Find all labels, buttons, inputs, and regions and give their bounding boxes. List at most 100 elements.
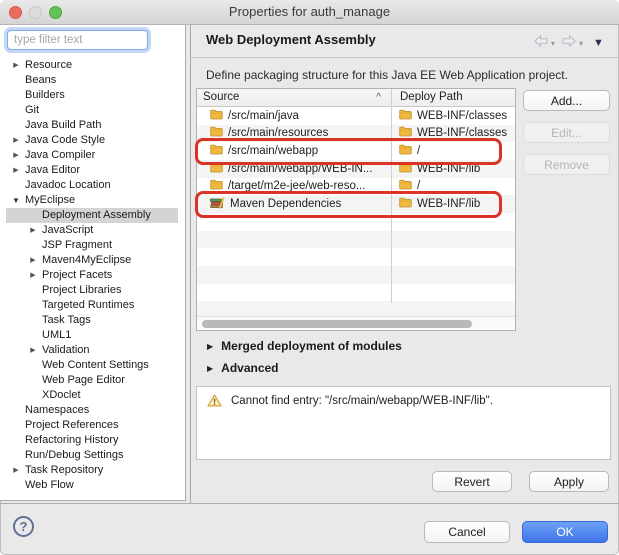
table-row-empty[interactable] bbox=[197, 213, 515, 231]
table-row-empty[interactable] bbox=[197, 248, 515, 266]
sidebar-item-web-content-settings[interactable]: Web Content Settings bbox=[0, 358, 185, 373]
back-arrow-icon[interactable] bbox=[533, 34, 549, 52]
sidebar-item-java-build-path[interactable]: Java Build Path bbox=[0, 118, 185, 133]
table-row[interactable]: Maven DependenciesWEB-INF/lib bbox=[197, 195, 515, 213]
sidebar-item-javascript[interactable]: ▶JavaScript bbox=[0, 223, 185, 238]
source-cell: /src/main/java bbox=[197, 109, 391, 123]
edit-button[interactable]: Edit... bbox=[523, 122, 610, 143]
sidebar-item-label: XDoclet bbox=[42, 389, 81, 401]
sidebar-item-project-facets[interactable]: ▶Project Facets bbox=[0, 268, 185, 283]
forward-dropdown-icon[interactable]: ▾ bbox=[579, 39, 583, 48]
sidebar-item-java-compiler[interactable]: ▶ Java Compiler bbox=[0, 148, 185, 163]
deploy-path-cell: WEB-INF/lib bbox=[391, 162, 515, 176]
table-row-empty[interactable] bbox=[197, 266, 515, 284]
sidebar-item-javadoc-location[interactable]: Javadoc Location bbox=[0, 178, 185, 193]
sidebar-item-task-repository[interactable]: ▶Task Repository bbox=[0, 463, 185, 478]
sidebar-item-label: Java Build Path bbox=[25, 119, 101, 131]
revert-button[interactable]: Revert bbox=[432, 471, 512, 492]
section-advanced[interactable]: ▶ Advanced bbox=[207, 361, 279, 375]
title-bar[interactable]: Properties for auth_manage bbox=[0, 0, 619, 25]
section-merged-deployment[interactable]: ▶ Merged deployment of modules bbox=[207, 339, 402, 353]
sidebar-item-project-references[interactable]: Project References bbox=[0, 418, 185, 433]
horizontal-scrollbar[interactable] bbox=[197, 316, 515, 330]
table-row[interactable]: /src/main/webapp/WEB-IN... WEB-INF/lib bbox=[197, 160, 515, 178]
view-menu-icon[interactable]: ▼ bbox=[593, 37, 604, 49]
add-button[interactable]: Add... bbox=[523, 90, 610, 111]
sidebar-item-builders[interactable]: Builders bbox=[0, 88, 185, 103]
source-cell-text: /target/m2e-jee/web-reso... bbox=[228, 180, 365, 192]
horizontal-scrollbar-thumb[interactable] bbox=[202, 320, 472, 328]
sidebar-item-label: Project References bbox=[25, 419, 119, 431]
chevron-collapsed-icon[interactable]: ▶ bbox=[207, 342, 213, 351]
sidebar-item-web-flow[interactable]: Web Flow bbox=[0, 478, 185, 493]
sidebar-item-deployment-assembly[interactable]: Deployment Assembly bbox=[0, 208, 185, 223]
source-cell: /target/m2e-jee/web-reso... bbox=[197, 179, 391, 193]
source-cell-text: /src/main/webapp/WEB-IN... bbox=[228, 163, 372, 175]
sidebar-item-resource[interactable]: ▶Resource bbox=[0, 58, 185, 73]
chevron-collapsed-icon[interactable]: ▶ bbox=[11, 148, 21, 163]
sidebar-item-validation[interactable]: ▶ Validation bbox=[0, 343, 185, 358]
column-divider[interactable] bbox=[391, 89, 392, 303]
folder-icon bbox=[399, 144, 412, 158]
problems-panel: Cannot find entry: "/src/main/webapp/WEB… bbox=[196, 386, 611, 460]
sidebar-item-run-debug-settings[interactable]: Run/Debug Settings bbox=[0, 448, 185, 463]
footer-divider bbox=[0, 503, 619, 504]
sidebar-item-label: Java Code Style bbox=[25, 134, 105, 146]
sidebar-item-label: Beans bbox=[25, 74, 56, 86]
sidebar-item-beans[interactable]: Beans bbox=[0, 73, 185, 88]
sidebar-item-targeted-runtimes[interactable]: Targeted Runtimes bbox=[0, 298, 185, 313]
ok-button[interactable]: OK bbox=[522, 521, 608, 543]
back-dropdown-icon[interactable]: ▾ bbox=[551, 39, 555, 48]
help-button[interactable]: ? bbox=[13, 516, 34, 537]
chevron-expanded-icon[interactable]: ▼ bbox=[11, 193, 21, 208]
table-row[interactable]: /target/m2e-jee/web-reso... / bbox=[197, 178, 515, 196]
source-cell: Maven Dependencies bbox=[197, 197, 391, 212]
sidebar-item-xdoclet[interactable]: XDoclet bbox=[0, 388, 185, 403]
chevron-collapsed-icon[interactable]: ▶ bbox=[11, 163, 21, 178]
forward-arrow-icon[interactable] bbox=[561, 34, 577, 52]
deploy-path-cell: / bbox=[391, 179, 515, 193]
table-row[interactable]: /src/main/resourcesWEB-INF/classes bbox=[197, 125, 515, 143]
sidebar-item-maven4myeclipse[interactable]: ▶Maven4MyEclipse bbox=[0, 253, 185, 268]
table-row-empty[interactable] bbox=[197, 231, 515, 249]
library-icon bbox=[210, 197, 225, 212]
apply-button[interactable]: Apply bbox=[529, 471, 609, 492]
deploy-path-cell-text: WEB-INF/lib bbox=[417, 163, 480, 175]
chevron-collapsed-icon[interactable]: ▶ bbox=[11, 58, 21, 73]
chevron-collapsed-icon[interactable]: ▶ bbox=[28, 268, 38, 283]
column-header-deploy-path[interactable]: Deploy Path bbox=[391, 89, 515, 106]
chevron-collapsed-icon[interactable]: ▶ bbox=[207, 364, 213, 373]
chevron-collapsed-icon[interactable]: ▶ bbox=[11, 463, 21, 478]
sidebar-item-git[interactable]: Git bbox=[0, 103, 185, 118]
table-row[interactable]: /src/main/webapp/ bbox=[197, 142, 515, 160]
chevron-collapsed-icon[interactable]: ▶ bbox=[28, 223, 38, 238]
cancel-button[interactable]: Cancel bbox=[424, 521, 510, 543]
chevron-collapsed-icon[interactable]: ▶ bbox=[28, 343, 38, 358]
sidebar-item-namespaces[interactable]: Namespaces bbox=[0, 403, 185, 418]
table-row-empty[interactable] bbox=[197, 284, 515, 302]
table-row[interactable]: /src/main/javaWEB-INF/classes bbox=[197, 107, 515, 125]
sidebar-item-label: Deployment Assembly bbox=[42, 209, 151, 221]
sidebar-item-jsp-fragment[interactable]: JSP Fragment bbox=[0, 238, 185, 253]
filter-input[interactable] bbox=[7, 30, 148, 50]
chevron-collapsed-icon[interactable]: ▶ bbox=[11, 133, 21, 148]
sidebar-item-refactoring-history[interactable]: Refactoring History bbox=[0, 433, 185, 448]
folder-icon bbox=[210, 162, 223, 176]
sidebar-item-java-code-style[interactable]: ▶ Java Code Style bbox=[0, 133, 185, 148]
sidebar-item-label: Java Compiler bbox=[25, 149, 95, 161]
sidebar-item-project-libraries[interactable]: Project Libraries bbox=[0, 283, 185, 298]
sidebar-item-web-page-editor[interactable]: Web Page Editor bbox=[0, 373, 185, 388]
sidebar-item-label: UML1 bbox=[42, 329, 71, 341]
column-header-source[interactable]: Source ^ bbox=[197, 89, 391, 106]
chevron-collapsed-icon[interactable]: ▶ bbox=[28, 253, 38, 268]
sidebar-item-java-editor[interactable]: ▶Java Editor bbox=[0, 163, 185, 178]
folder-icon bbox=[399, 162, 412, 176]
description-text: Define packaging structure for this Java… bbox=[206, 68, 568, 82]
sidebar-item-uml1[interactable]: UML1 bbox=[0, 328, 185, 343]
sidebar-item-label: JSP Fragment bbox=[42, 239, 112, 251]
sidebar-item-myeclipse[interactable]: ▼MyEclipse bbox=[0, 193, 185, 208]
deploy-path-cell: / bbox=[391, 144, 515, 158]
sidebar-item-task-tags[interactable]: Task Tags bbox=[0, 313, 185, 328]
remove-button[interactable]: Remove bbox=[523, 154, 610, 175]
sidebar-item-label: Validation bbox=[42, 344, 90, 356]
